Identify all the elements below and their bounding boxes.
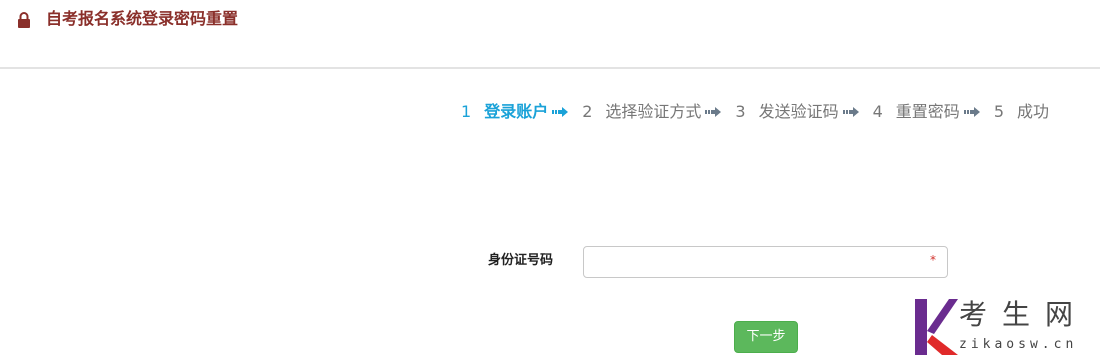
step-number: 1 bbox=[461, 102, 472, 121]
step-number: 3 bbox=[735, 102, 746, 121]
header-bar: 自考报名系统登录密码重置 bbox=[0, 0, 1100, 69]
arrow-right-icon bbox=[552, 107, 569, 117]
id-number-input[interactable] bbox=[583, 246, 948, 278]
required-marker: * bbox=[930, 253, 936, 267]
step-label: 发送验证码 bbox=[758, 102, 839, 121]
id-number-label: 身份证号码 bbox=[488, 253, 554, 268]
step-progress: 1 登录账户 2 选择验证方式 3 发送验证码 4 重置密码 5 成功 bbox=[461, 101, 1049, 123]
arrow-right-icon bbox=[842, 107, 859, 117]
site-watermark: 考生网 zikaosw.cn bbox=[912, 297, 1097, 359]
watermark-en-text: zikaosw.cn bbox=[959, 337, 1078, 352]
lock-icon bbox=[18, 12, 30, 28]
page-title: 自考报名系统登录密码重置 bbox=[46, 9, 239, 28]
step-label: 登录账户 bbox=[484, 102, 549, 121]
next-step-button[interactable]: 下一步 bbox=[734, 321, 798, 353]
step-label: 成功 bbox=[1017, 102, 1050, 121]
step-1: 1 登录账户 bbox=[461, 101, 582, 123]
step-5: 5 成功 bbox=[994, 101, 1049, 123]
step-2: 2 选择验证方式 bbox=[582, 101, 735, 123]
k-logo-icon bbox=[915, 299, 958, 355]
step-number: 2 bbox=[582, 102, 593, 121]
arrow-right-icon bbox=[963, 107, 980, 117]
step-label: 重置密码 bbox=[895, 102, 960, 121]
step-3: 3 发送验证码 bbox=[735, 101, 872, 123]
step-number: 4 bbox=[872, 102, 883, 121]
watermark-cn-text: 考生网 bbox=[959, 298, 1089, 331]
step-number: 5 bbox=[993, 102, 1004, 121]
arrow-right-icon bbox=[705, 107, 722, 117]
step-4: 4 重置密码 bbox=[873, 101, 994, 123]
step-label: 选择验证方式 bbox=[605, 102, 702, 121]
